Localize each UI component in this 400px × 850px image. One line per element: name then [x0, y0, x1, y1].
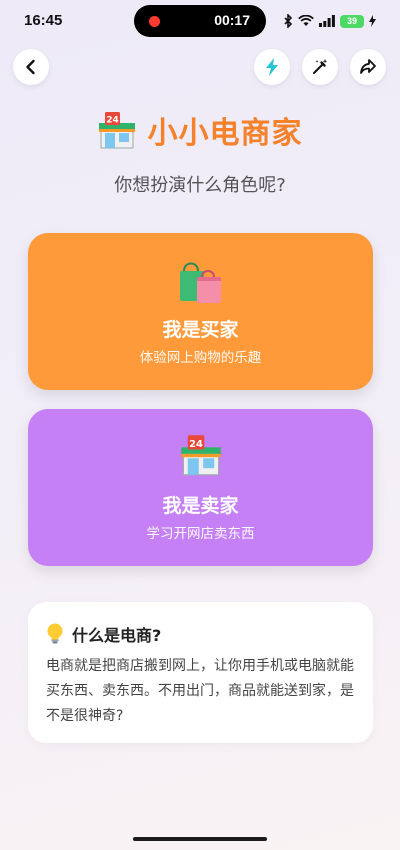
bluetooth-icon — [284, 14, 293, 28]
back-button[interactable] — [13, 49, 49, 85]
page-subtitle: 你想扮演什么角色呢? — [114, 175, 286, 196]
share-icon — [360, 59, 376, 74]
store-icon: 24 — [180, 435, 221, 476]
lightning-button[interactable] — [254, 49, 290, 85]
store-badge-number: 24 — [189, 439, 203, 450]
info-text: 电商就是把商店搬到网上，让你用手机或电脑就能买东西、卖东西。不用出门，商品就能送… — [46, 658, 354, 724]
buyer-role-description: 体验网上购物的乐趣 — [139, 350, 262, 366]
chevron-left-icon — [26, 59, 35, 75]
battery-icon: 39 — [340, 14, 364, 28]
buyer-role-card[interactable]: 我是买家 体验网上购物的乐趣 — [28, 233, 373, 390]
home-indicator[interactable] — [133, 837, 267, 841]
lightning-icon — [266, 58, 278, 76]
store-badge-number: 24 — [106, 116, 119, 126]
page-title: 小小电商家 — [147, 116, 303, 151]
charging-bolt-icon — [369, 15, 376, 27]
recording-dot-icon — [149, 16, 160, 27]
status-time: 16:45 — [24, 12, 63, 29]
magic-wand-icon — [313, 59, 328, 74]
system-icons: 39 — [284, 12, 376, 30]
light-bulb-icon — [47, 623, 63, 644]
page-header: 24 小小电商家 — [0, 108, 400, 152]
info-title: 什么是电商? — [72, 626, 162, 645]
seller-role-card[interactable]: 24 我是卖家 学习开网店卖东西 — [28, 409, 373, 566]
dynamic-island: 00:17 — [134, 5, 266, 37]
seller-role-title: 我是卖家 — [162, 495, 239, 517]
ecommerce-info-box: 什么是电商? 电商就是把商店搬到网上，让你用手机或电脑就能买东西、卖东西。不用出… — [28, 602, 373, 743]
seller-role-description: 学习开网店卖东西 — [146, 526, 255, 542]
buyer-role-title: 我是买家 — [162, 319, 239, 341]
status-bar: 16:45 00:17 39 — [0, 0, 400, 44]
convenience-store-icon: 24 — [98, 112, 135, 149]
shopping-bags-icon — [179, 262, 221, 303]
recording-time: 00:17 — [214, 12, 250, 28]
share-button[interactable] — [350, 49, 386, 85]
wifi-icon — [298, 15, 314, 26]
magic-wand-button[interactable] — [302, 49, 338, 85]
cellular-signal-icon — [319, 15, 335, 27]
